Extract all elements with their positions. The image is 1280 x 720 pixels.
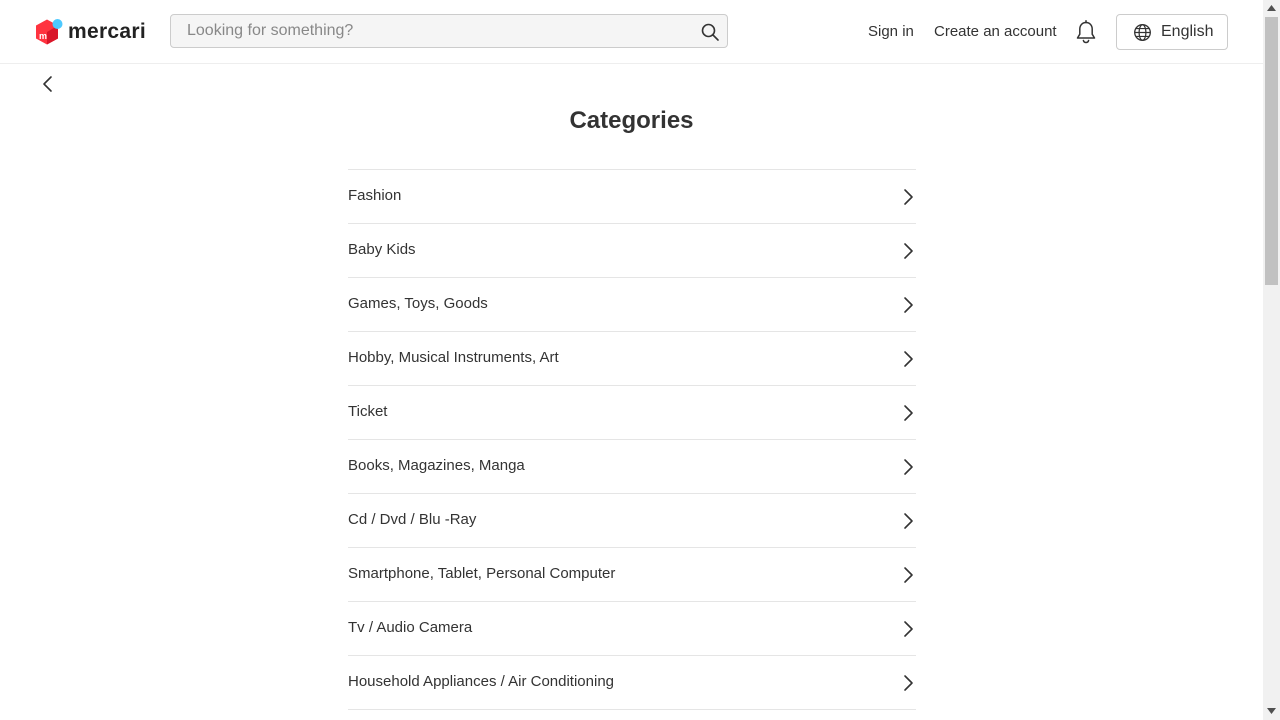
scrollbar-thumb[interactable]: [1265, 17, 1278, 285]
chevron-right-icon: [904, 567, 913, 583]
chevron-right-icon: [904, 243, 913, 259]
search-input[interactable]: [171, 15, 691, 47]
category-label: Books, Magazines, Manga: [348, 457, 525, 474]
category-item-fashion[interactable]: Fashion: [348, 170, 916, 224]
vertical-scrollbar[interactable]: [1263, 0, 1280, 720]
category-label: Smartphone, Tablet, Personal Computer: [348, 565, 616, 582]
sign-in-link[interactable]: Sign in: [868, 23, 914, 41]
chevron-right-icon: [904, 513, 913, 529]
page-title: Categories: [569, 107, 694, 134]
scroll-up-arrow-icon[interactable]: [1267, 5, 1276, 11]
chevron-left-icon[interactable]: [38, 74, 58, 94]
category-label: Games, Toys, Goods: [348, 295, 488, 312]
category-item-cd-dvd[interactable]: Cd / Dvd / Blu -Ray: [348, 494, 916, 548]
category-item-games-toys-goods[interactable]: Games, Toys, Goods: [348, 278, 916, 332]
svg-text:m: m: [39, 31, 47, 41]
language-selector-button[interactable]: English: [1116, 14, 1228, 50]
category-item-hobby[interactable]: Hobby, Musical Instruments, Art: [348, 332, 916, 386]
mercari-logo-icon: m: [36, 19, 63, 45]
category-label: Household Appliances / Air Conditioning: [348, 673, 615, 690]
category-label: Fashion: [348, 187, 402, 204]
logo-wordmark: mercari: [68, 20, 146, 43]
chevron-right-icon: [904, 189, 913, 205]
category-label: Baby Kids: [348, 241, 416, 258]
category-item-household-appliances[interactable]: Household Appliances / Air Conditioning: [348, 656, 916, 710]
chevron-right-icon: [904, 459, 913, 475]
category-label: Hobby, Musical Instruments, Art: [348, 349, 559, 366]
chevron-right-icon: [904, 351, 913, 367]
category-item-books[interactable]: Books, Magazines, Manga: [348, 440, 916, 494]
scroll-down-arrow-icon[interactable]: [1267, 708, 1276, 714]
globe-icon: [1134, 24, 1151, 41]
mercari-logo[interactable]: m mercari: [35, 18, 146, 46]
category-item-tv-audio[interactable]: Tv / Audio Camera: [348, 602, 916, 656]
chevron-right-icon: [904, 621, 913, 637]
chevron-right-icon: [904, 405, 913, 421]
chevron-right-icon: [904, 675, 913, 691]
category-label: Tv / Audio Camera: [348, 619, 473, 636]
top-header: m mercari Sign in Create an account Engl…: [0, 0, 1263, 64]
create-account-link[interactable]: Create an account: [934, 23, 1057, 41]
category-item-baby-kids[interactable]: Baby Kids: [348, 224, 916, 278]
bell-icon[interactable]: [1075, 20, 1097, 44]
search-icon[interactable]: [700, 22, 720, 42]
category-item-smartphone[interactable]: Smartphone, Tablet, Personal Computer: [348, 548, 916, 602]
category-label: Cd / Dvd / Blu -Ray: [348, 511, 477, 528]
language-label: English: [1161, 23, 1214, 40]
category-item-ticket[interactable]: Ticket: [348, 386, 916, 440]
category-list: Fashion Baby Kids Games, Toys, Goods Hob…: [348, 169, 916, 710]
search-bar: [170, 14, 728, 48]
chevron-right-icon: [904, 297, 913, 313]
category-label: Ticket: [348, 403, 388, 420]
